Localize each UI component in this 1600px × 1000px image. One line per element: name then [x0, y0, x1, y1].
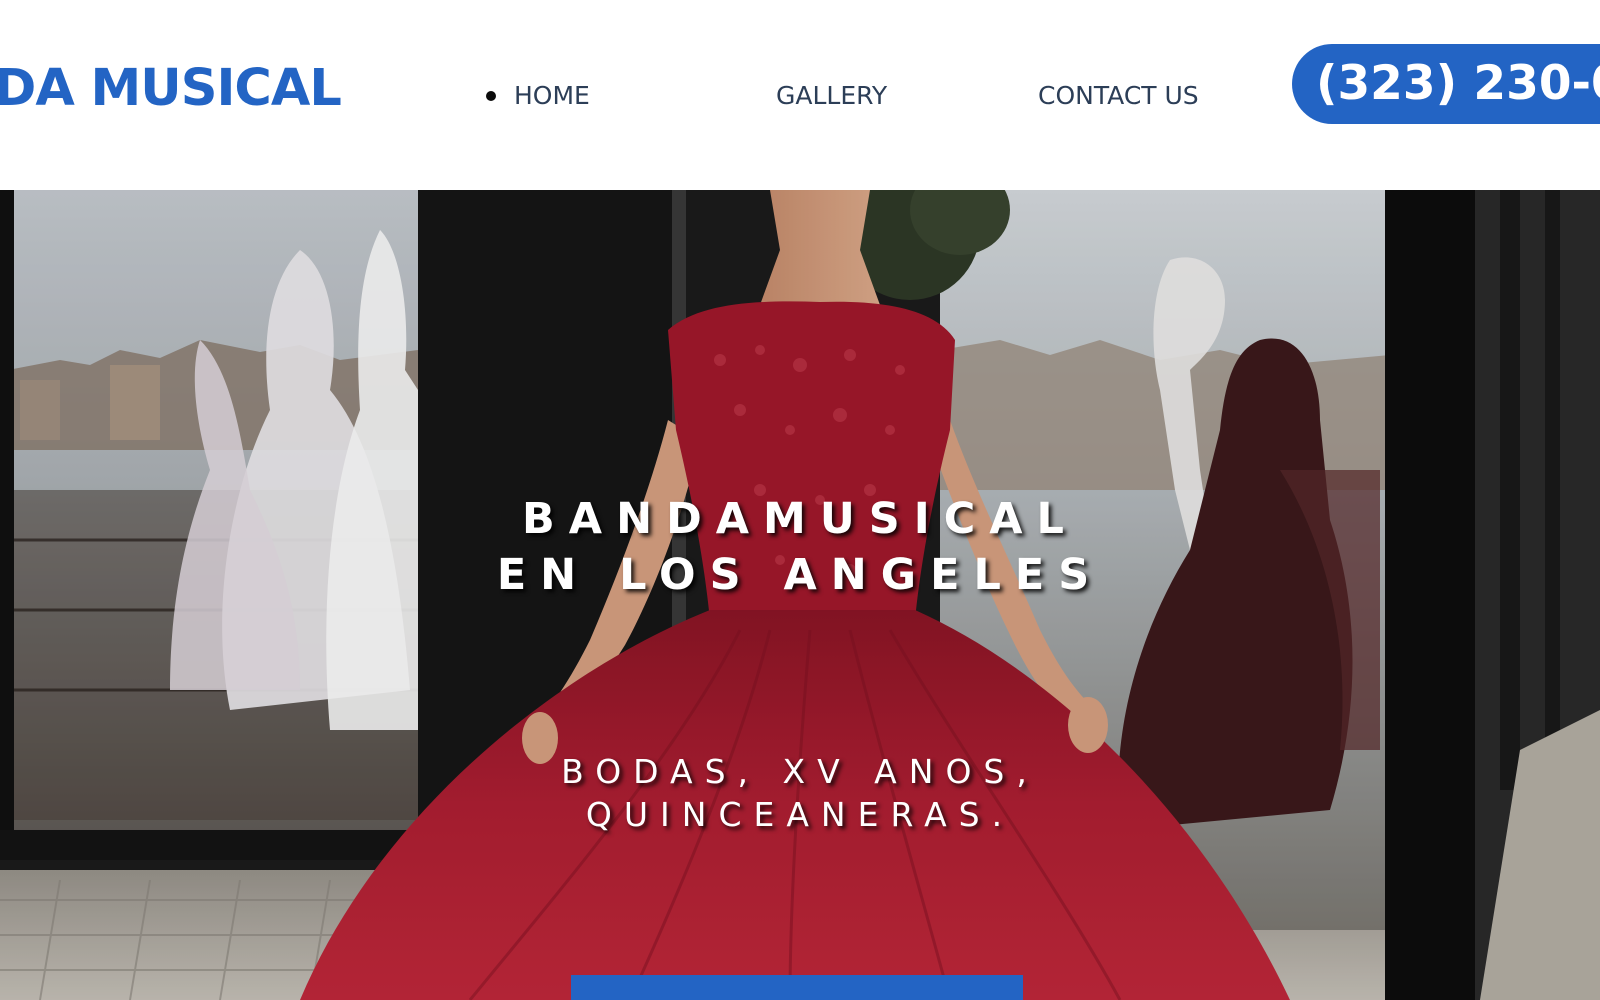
nav-item-home[interactable]: HOME: [486, 78, 590, 114]
hero-section: BANDAMUSICAL EN LOS ANGELES BODAS, XV AN…: [0, 190, 1600, 1000]
hero-title-line-1: BANDAMUSICAL: [522, 493, 1078, 544]
main-nav: HOME GALLERY CONTACT US: [0, 78, 1300, 114]
site-header: DA MUSICAL HOME GALLERY CONTACT US (323)…: [0, 0, 1600, 190]
nav-item-contact-label: CONTACT US: [1038, 81, 1199, 110]
active-bullet-icon: [486, 91, 496, 101]
nav-item-gallery-label: GALLERY: [776, 81, 888, 110]
hero-cta-button[interactable]: [571, 975, 1023, 1000]
phone-button[interactable]: (323) 230-04: [1292, 44, 1600, 124]
hero-subtitle-line-2: QUINCEANERAS.: [585, 795, 1015, 834]
hero-subtitle-line-1: BODAS, XV ANOS,: [561, 752, 1039, 791]
nav-item-gallery[interactable]: GALLERY: [776, 78, 887, 114]
hero-title: BANDAMUSICAL EN LOS ANGELES: [400, 491, 1200, 603]
hero-subtitle: BODAS, XV ANOS, QUINCEANERAS.: [400, 750, 1200, 836]
nav-item-contact-us[interactable]: CONTACT US: [1038, 78, 1199, 114]
page: DA MUSICAL HOME GALLERY CONTACT US (323)…: [0, 0, 1600, 1000]
hero-title-line-2: EN LOS ANGELES: [496, 549, 1104, 600]
nav-item-home-label: HOME: [514, 81, 590, 110]
